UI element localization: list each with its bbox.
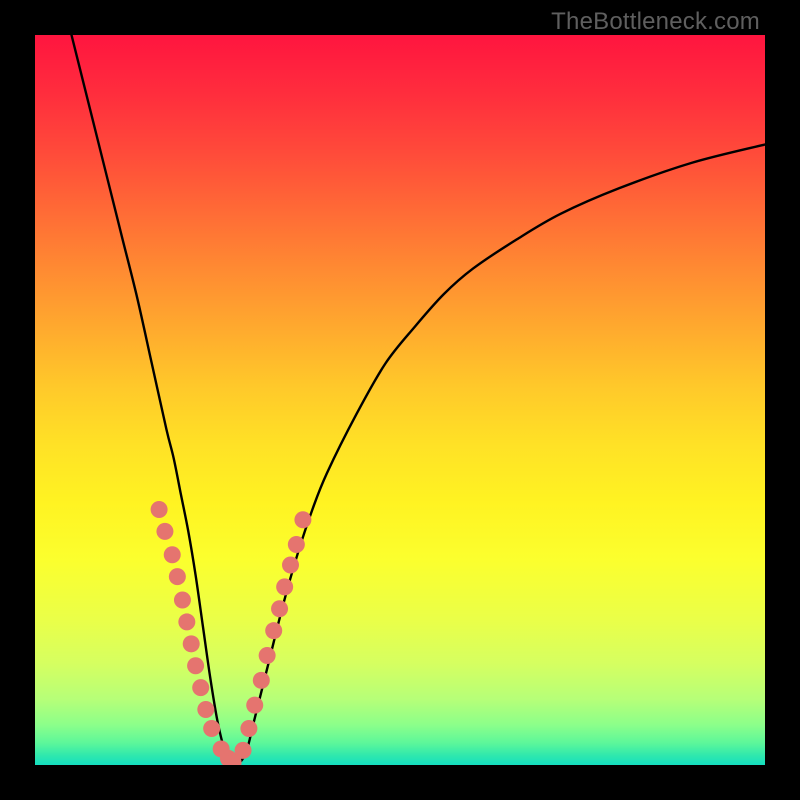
data-dot-left [178,613,195,630]
data-dot-left [164,546,181,563]
data-dot-right [259,647,276,664]
watermark-label: TheBottleneck.com [551,8,760,36]
data-dot-left [183,635,200,652]
data-dot-left [187,657,204,674]
data-dot-right [240,720,257,737]
data-dot-right [288,536,305,553]
bottleneck-curve [72,35,766,764]
chart-stage: TheBottleneck.com [0,0,800,800]
data-dot-left [197,701,214,718]
data-dot-right [271,600,288,617]
data-dot-left [169,568,186,585]
data-dot-right [282,556,299,573]
data-dot-right [276,578,293,595]
data-dot-right [294,511,311,528]
data-dot-right [265,622,282,639]
data-dot-left [156,523,173,540]
data-dot-left [174,592,191,609]
plot-area [35,35,765,765]
curve-layer [35,35,765,765]
data-dot-right [253,672,270,689]
data-dot-left [151,501,168,518]
data-dot-left [192,679,209,696]
data-dot-left [203,720,220,737]
data-dot-right [246,697,263,714]
